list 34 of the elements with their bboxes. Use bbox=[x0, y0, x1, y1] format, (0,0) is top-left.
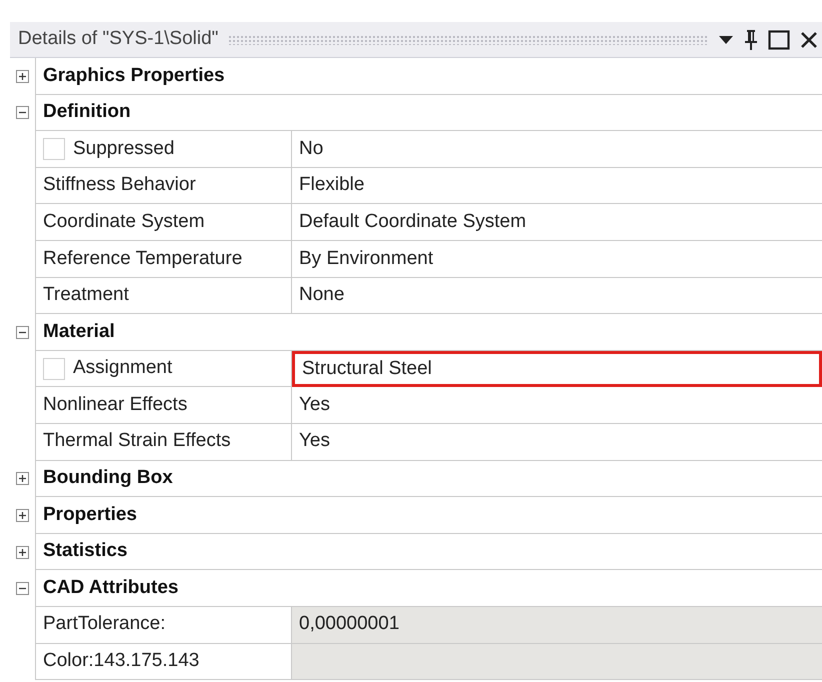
collapse-icon[interactable] bbox=[16, 106, 29, 120]
checkbox[interactable] bbox=[43, 358, 65, 380]
property-label: Nonlinear Effects bbox=[43, 392, 188, 417]
property-label: Coordinate System bbox=[43, 210, 205, 234]
property-label: Thermal Strain Effects bbox=[43, 429, 231, 454]
property-label: Reference Temperature bbox=[43, 246, 242, 271]
property-label: Assignment bbox=[73, 356, 172, 380]
section-header: Definition bbox=[43, 100, 131, 124]
property-value[interactable]: None bbox=[292, 278, 822, 314]
section-header: Properties bbox=[43, 502, 137, 527]
expand-icon[interactable] bbox=[16, 546, 29, 559]
expand-icon[interactable] bbox=[16, 508, 29, 522]
maximize-icon[interactable] bbox=[768, 30, 790, 50]
section-header: Bounding Box bbox=[43, 466, 173, 490]
panel-title: Details of "SYS-1\Solid" bbox=[18, 27, 218, 52]
section-header: Material bbox=[43, 320, 115, 344]
property-label: Stiffness Behavior bbox=[43, 173, 196, 198]
section-header: CAD Attributes bbox=[43, 576, 178, 600]
property-label: PartTolerance: bbox=[43, 612, 166, 636]
close-icon[interactable] bbox=[800, 30, 818, 48]
section-header: Graphics Properties bbox=[43, 64, 225, 88]
dropdown-icon[interactable] bbox=[718, 34, 734, 44]
checkbox[interactable] bbox=[43, 138, 65, 160]
collapse-icon[interactable] bbox=[16, 326, 29, 339]
property-label: Color:143.175.143 bbox=[43, 649, 200, 674]
collapse-icon[interactable] bbox=[16, 582, 29, 596]
property-label: Suppressed bbox=[73, 136, 174, 161]
property-label: Treatment bbox=[43, 283, 129, 308]
expand-icon[interactable] bbox=[16, 472, 29, 486]
section-header: Statistics bbox=[43, 539, 128, 564]
expand-icon[interactable] bbox=[16, 70, 29, 83]
property-value[interactable]: Structural Steel bbox=[292, 350, 822, 388]
property-value[interactable]: 0,00000001 bbox=[292, 606, 822, 644]
pin-icon[interactable] bbox=[744, 28, 758, 50]
